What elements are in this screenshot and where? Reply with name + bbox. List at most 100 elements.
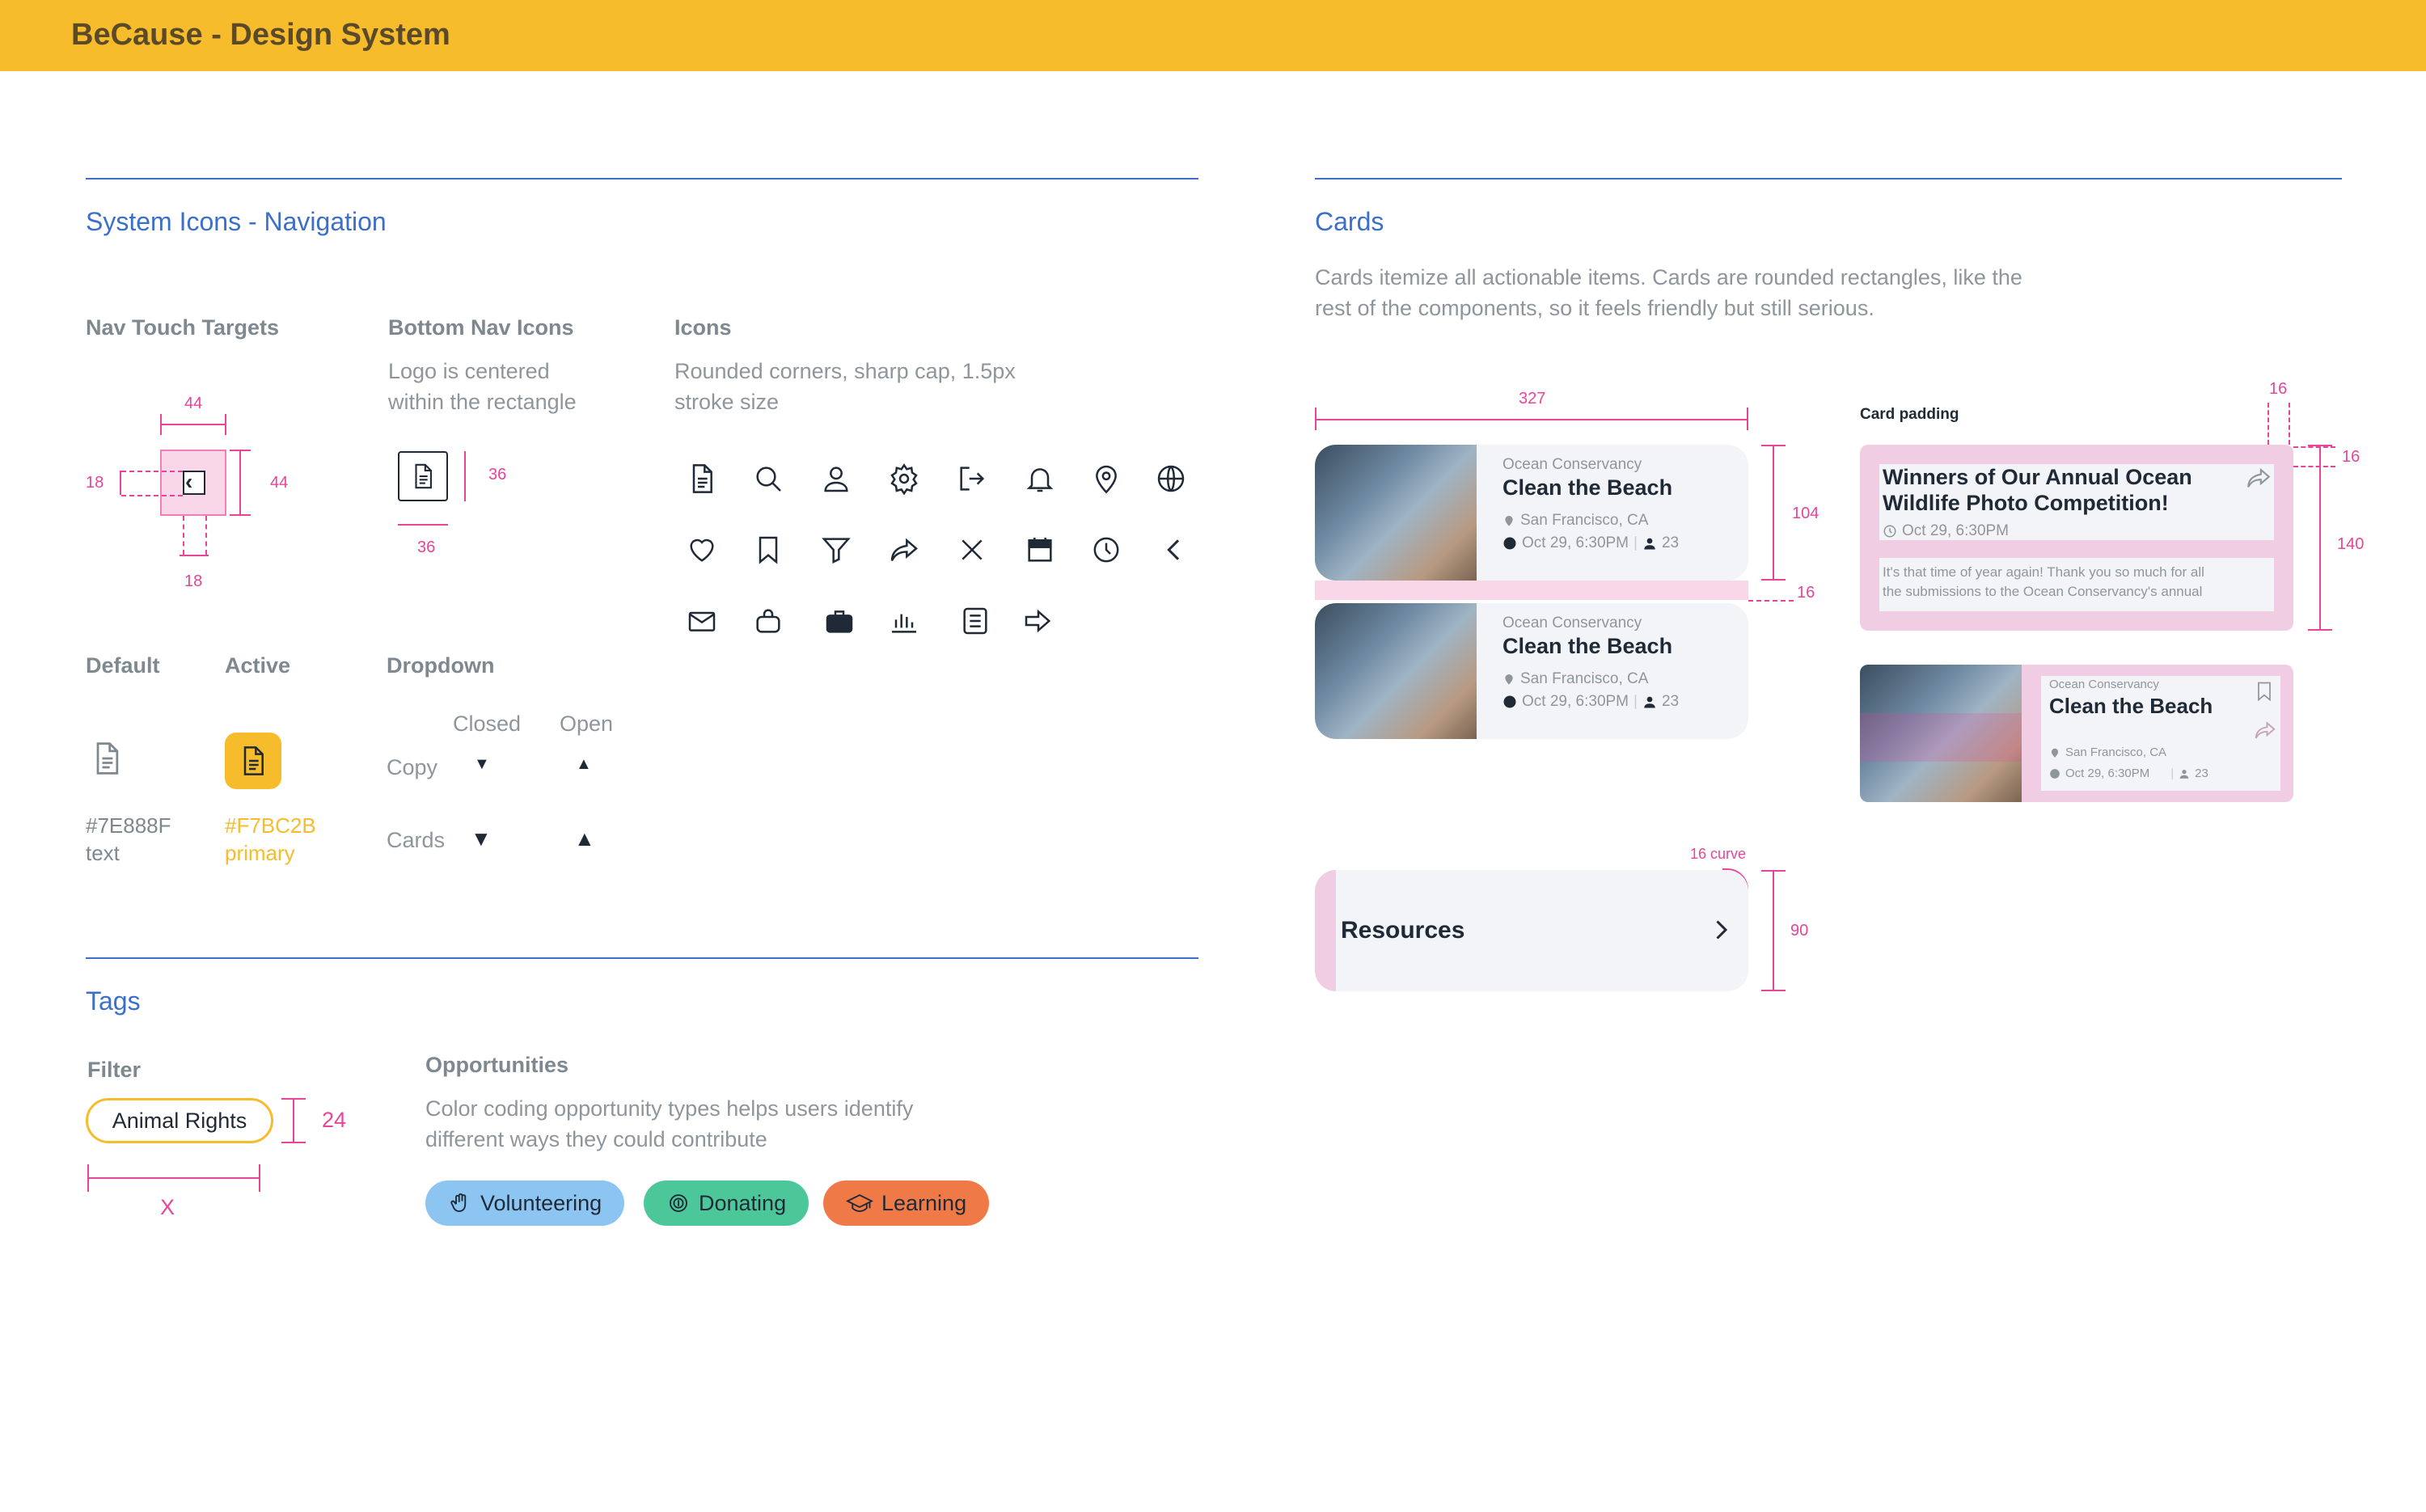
padding-highlight: [1879, 540, 2274, 558]
active-icon-badge: [225, 733, 281, 789]
touch-target-width-label: 44: [184, 395, 203, 412]
clock-icon: [1883, 525, 1896, 538]
filter-icon[interactable]: [817, 530, 856, 569]
caret-down-icon[interactable]: ▼: [471, 826, 492, 851]
icons-desc: Rounded corners, sharp cap, 1.5px: [674, 359, 1016, 383]
event-card[interactable]: Ocean Conservancy Clean the Beach San Fr…: [1315, 603, 1748, 739]
dropdown-closed-label: Closed: [453, 712, 522, 736]
caret-up-icon[interactable]: ▲: [576, 755, 592, 774]
bottom-nav-width-label: 36: [417, 538, 436, 556]
mail-icon[interactable]: [683, 602, 721, 640]
bottom-nav-icon-frame: [398, 451, 448, 501]
dimension-guide: [121, 471, 183, 472]
icons-desc: stroke size: [674, 390, 780, 414]
filter-tag[interactable]: Animal Rights: [86, 1098, 273, 1143]
tag-label: Volunteering: [480, 1190, 602, 1215]
padding-top-label: 16: [2269, 380, 2288, 398]
filter-height-label: 24: [322, 1108, 347, 1132]
opportunities-title: Opportunities: [425, 1053, 568, 1077]
padding-highlight: [2022, 676, 2041, 791]
event-card-padding-example[interactable]: Ocean Conservancy Clean the Beach San Fr…: [1860, 665, 2293, 802]
tag-donating[interactable]: Donating: [644, 1180, 809, 1226]
arrow-right-icon[interactable]: [1019, 602, 1058, 640]
event-time: Oct 29, 6:30PM: [1522, 693, 1629, 710]
dimension-tick: [1761, 870, 1786, 872]
padding-highlight: [2022, 665, 2293, 676]
event-location: San Francisco, CA: [2049, 745, 2166, 759]
share-icon[interactable]: [2245, 464, 2272, 496]
filter-width-label: X: [160, 1195, 175, 1219]
dimension-line: [1315, 419, 1748, 420]
resources-card[interactable]: Resources: [1315, 870, 1748, 991]
padding-highlight: [2274, 464, 2293, 611]
logout-icon[interactable]: [953, 459, 991, 498]
post-title: Wildlife Photo Competition!: [1883, 491, 2169, 515]
post-meta: Oct 29, 6:30PM: [1883, 522, 2009, 540]
user-icon: [1644, 696, 1655, 708]
padding-right-label: 16: [2342, 448, 2360, 466]
event-card[interactable]: Ocean Conservancy Clean the Beach San Fr…: [1315, 445, 1748, 581]
bookmark-icon[interactable]: [2253, 679, 2276, 707]
user-icon: [2179, 769, 2189, 779]
document-icon: [415, 463, 432, 489]
tag-learning[interactable]: Learning: [823, 1180, 990, 1226]
bag-icon[interactable]: [749, 602, 788, 640]
card-width-label: 327: [1519, 390, 1546, 408]
dimension-line: [464, 451, 466, 501]
resources-label: Resources: [1341, 917, 1465, 944]
card-gap-label: 16: [1797, 584, 1815, 602]
dimension-tick: [160, 414, 162, 435]
default-color-label: text: [86, 841, 120, 865]
padding-highlight: [1315, 870, 1336, 991]
location-pin-icon[interactable]: [1087, 459, 1126, 498]
default-title: Default: [86, 653, 160, 678]
card-gap-highlight: [1315, 581, 1748, 600]
chart-icon[interactable]: [885, 602, 923, 640]
post-body: It's that time of year again! Thank you …: [1883, 564, 2204, 580]
tag-volunteering[interactable]: Volunteering: [425, 1180, 625, 1226]
bell-icon[interactable]: [1021, 459, 1059, 498]
caret-down-icon[interactable]: ▼: [474, 755, 490, 774]
share-icon[interactable]: [2253, 718, 2277, 746]
event-time: Oct 29, 6:30PM: [2065, 767, 2150, 780]
dimension-line: [120, 471, 121, 495]
location-pin-icon: [1505, 674, 1513, 685]
clock-icon[interactable]: [1087, 530, 1126, 569]
gear-icon[interactable]: [885, 459, 923, 498]
card-padding-title: Card padding: [1860, 406, 1959, 423]
calendar-icon[interactable]: [1021, 530, 1059, 569]
clock-icon: [1503, 695, 1516, 708]
bottom-nav-desc: Logo is centered: [388, 359, 550, 383]
briefcase-icon[interactable]: [820, 602, 859, 640]
post-card[interactable]: Winners of Our Annual Ocean Wildlife Pho…: [1860, 445, 2293, 631]
dimension-line: [398, 524, 448, 526]
resources-curve-label: 16 curve: [1690, 846, 1747, 862]
dimension-tick: [2308, 629, 2332, 631]
event-count: 23: [2195, 767, 2208, 780]
post-card-height-label: 140: [2337, 535, 2365, 553]
document-icon: [89, 741, 125, 780]
chevron-left-icon[interactable]: [1155, 530, 1194, 569]
bookmark-icon[interactable]: [749, 530, 788, 569]
opportunities-desc: different ways they could contribute: [425, 1127, 767, 1151]
dropdown-open-label: Open: [560, 712, 614, 736]
document-icon[interactable]: [683, 459, 721, 498]
globe-icon[interactable]: [1152, 459, 1190, 498]
user-icon: [1644, 538, 1655, 550]
active-color-hex: #F7BC2B: [225, 813, 316, 838]
search-icon[interactable]: [749, 459, 788, 498]
user-icon[interactable]: [817, 459, 856, 498]
padding-highlight: [2022, 791, 2293, 802]
share-icon[interactable]: [885, 530, 923, 569]
close-icon[interactable]: [953, 530, 991, 569]
post-time: Oct 29, 6:30PM: [1902, 522, 2010, 539]
heart-icon[interactable]: [683, 530, 721, 569]
caret-up-icon[interactable]: ▲: [574, 826, 595, 851]
event-count: 23: [1661, 693, 1680, 710]
dimension-guide: [2293, 466, 2335, 467]
notes-icon[interactable]: [956, 602, 995, 640]
page-title: BeCause - Design System: [71, 18, 450, 52]
chevron-right-icon[interactable]: [1706, 915, 1735, 948]
dimension-guide: [2289, 403, 2290, 445]
location-pin-icon: [1505, 516, 1513, 526]
